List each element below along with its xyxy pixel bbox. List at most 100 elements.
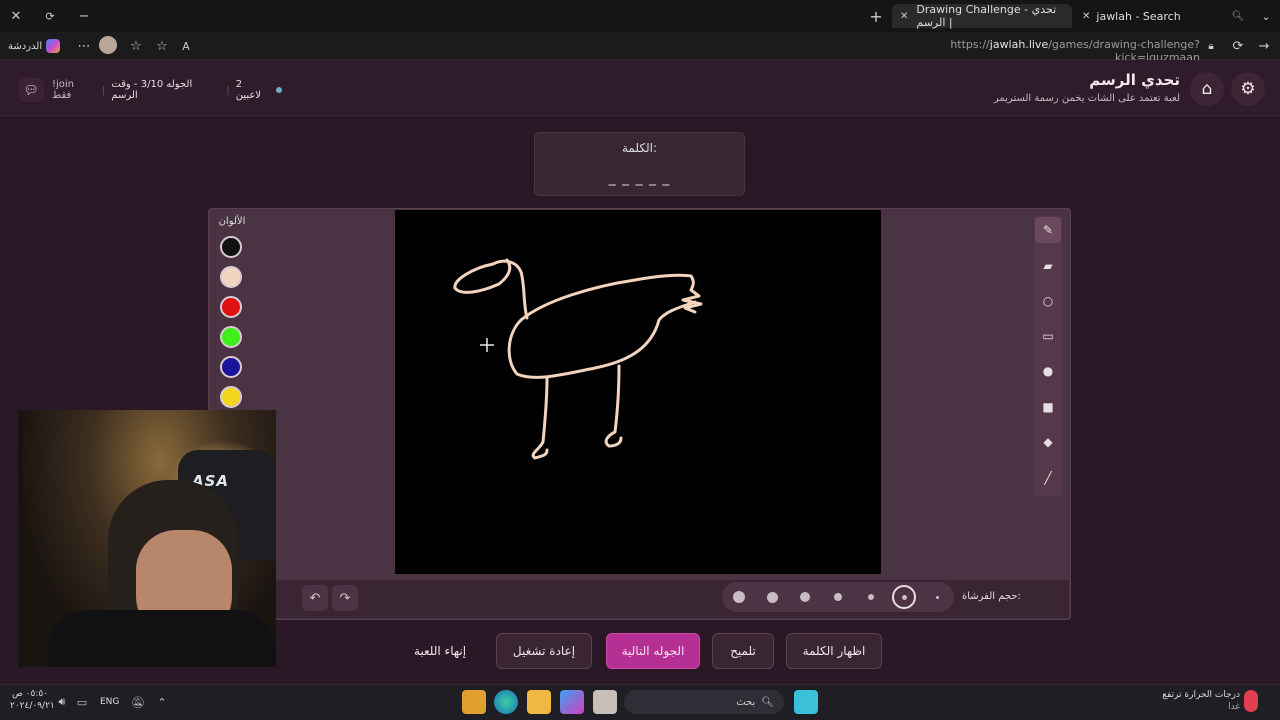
drawing-svg	[453, 258, 703, 460]
brush-size-dot	[868, 594, 874, 600]
person-shoulders	[48, 610, 276, 667]
url-domain: jawlah.live	[989, 38, 1049, 51]
notes-taskbar-icon[interactable]	[593, 690, 617, 714]
undo-button[interactable]: ↶	[302, 585, 328, 611]
color-swatch[interactable]	[220, 386, 242, 408]
reload-small-icon[interactable]: ⟳	[40, 6, 60, 26]
color-swatch[interactable]	[220, 236, 242, 258]
brush-size-option[interactable]	[727, 585, 751, 609]
file-manager-taskbar-icon[interactable]	[462, 690, 486, 714]
minimize-icon[interactable]: −	[74, 6, 94, 26]
crosshair-cursor	[480, 338, 494, 352]
notifications-off-icon[interactable]: 🔕︎	[130, 694, 146, 710]
weather-text: درجات الحرارة ترتفع	[1162, 690, 1240, 700]
clock-date: ٢٠٢٤/٠٩/٢١	[10, 701, 55, 711]
rectangle-outline-tool[interactable]: ▭	[1035, 323, 1061, 349]
tab-drawing-challenge[interactable]: ✕ Drawing Challenge - تحدي الرسم |	[892, 3, 1072, 29]
tab-close-icon[interactable]: ✕	[900, 11, 908, 22]
brush-size-dot	[834, 593, 842, 601]
read-aloud-icon[interactable]: A	[176, 36, 196, 56]
webcam-overlay: ASA	[18, 410, 276, 667]
undo-icon: ↶	[309, 590, 321, 606]
more-options-icon[interactable]: ⋯	[74, 36, 94, 56]
reveal-word-button[interactable]: اظهار الكلمة	[786, 633, 882, 669]
word-mask: _ _ _ _ _	[608, 170, 671, 186]
online-dot	[276, 87, 283, 93]
url-prefix: https://	[950, 38, 990, 51]
color-swatch[interactable]	[220, 266, 242, 288]
brush-size-option[interactable]	[793, 585, 817, 609]
chevron-down-icon[interactable]: ⌄	[1256, 6, 1276, 26]
line-tool[interactable]: ╱	[1035, 465, 1061, 491]
tab-close-icon[interactable]: ✕	[1082, 11, 1090, 22]
tab-jawlah-search-label: jawlah - Search	[1096, 9, 1181, 23]
profile-avatar[interactable]	[99, 36, 117, 54]
join-hint: !join فقط	[52, 79, 75, 101]
restart-button[interactable]: إعادة تشغيل	[496, 633, 592, 669]
weather-widget[interactable]: درجات الحرارة ترتفع غدا	[1140, 689, 1240, 713]
tab-drawing-challenge-label: Drawing Challenge - تحدي الرسم |	[916, 3, 1057, 29]
clock[interactable]: ٠٥:٥٠ ص ٢٠٢٤/٠٩/٢١	[10, 688, 55, 712]
color-swatch[interactable]	[220, 326, 242, 348]
brush-size-dot	[800, 592, 810, 602]
page-title: تحدي الرسم	[1089, 71, 1180, 89]
redo-button[interactable]: ↷	[332, 585, 358, 611]
close-window-icon[interactable]: ✕	[6, 6, 26, 26]
color-swatch[interactable]	[220, 296, 242, 318]
round-info: الجوله 3/10 - وقت الرسم	[111, 79, 193, 101]
circle-outline-tool[interactable]: ○	[1035, 288, 1061, 314]
brush-size-option[interactable]	[859, 585, 883, 609]
brush-size-option[interactable]	[925, 585, 949, 609]
colors-label: الألوان	[218, 216, 246, 227]
thermometer-icon	[1244, 690, 1258, 712]
color-swatch[interactable]	[220, 356, 242, 378]
network-icon[interactable]: ▭	[74, 694, 90, 710]
drawing-canvas[interactable]	[395, 210, 881, 574]
brush-size-option[interactable]	[760, 585, 784, 609]
add-favorite-icon[interactable]: ☆	[152, 36, 172, 56]
home-button[interactable]: ⌂	[1190, 72, 1224, 106]
brush-sizes	[722, 582, 954, 612]
chat-label: الدردشة	[8, 40, 43, 52]
favorites-icon[interactable]: ☆	[126, 36, 146, 56]
fill-bucket-tool[interactable]: ◆	[1035, 429, 1061, 455]
filled-rectangle-tool[interactable]: ■	[1035, 394, 1061, 420]
start-button[interactable]	[794, 690, 818, 714]
refresh-icon[interactable]: ⟳	[1228, 36, 1248, 56]
copilot-chat-button[interactable]: الدردشة	[8, 37, 61, 55]
brush-size-option[interactable]	[892, 585, 916, 609]
volume-icon[interactable]: 🔊︎	[54, 694, 70, 710]
eraser-tool[interactable]: ▰	[1035, 253, 1061, 279]
end-game-button[interactable]: إنهاء اللعبة	[398, 633, 482, 669]
brush-size-dot	[901, 594, 907, 600]
brush-size-option[interactable]	[826, 585, 850, 609]
new-tab-icon[interactable]: +	[866, 6, 886, 26]
gear-icon: ⚙	[1240, 79, 1256, 99]
next-round-button[interactable]: الجوله التالية	[606, 633, 700, 669]
pencil-tool[interactable]: ✎	[1035, 217, 1061, 243]
url-field[interactable]: https://jawlah.live/games/drawing-challe…	[880, 38, 1200, 64]
players-count: 2 لاعبين	[235, 79, 262, 101]
game-status-line: !join فقط | الجوله 3/10 - وقت الرسم | 2 …	[52, 79, 283, 101]
language-indicator[interactable]: ENG	[100, 697, 119, 707]
weather-sub: غدا	[1228, 702, 1240, 712]
app-taskbar-icon[interactable]	[560, 690, 584, 714]
filled-circle-tool[interactable]: ●	[1035, 358, 1061, 384]
folder-taskbar-icon[interactable]	[527, 690, 551, 714]
settings-button[interactable]: ⚙	[1231, 72, 1265, 106]
search-icon: 🔍︎	[761, 696, 774, 708]
redo-icon: ↷	[339, 590, 351, 606]
lock-icon: 🔒︎	[1208, 40, 1214, 52]
clock-time: ٠٥:٥٠ ص	[11, 689, 49, 699]
show-hidden-icons-chevron[interactable]: ⌃	[154, 694, 170, 710]
copilot-icon	[46, 39, 61, 53]
hint-button[interactable]: تلميح	[712, 633, 774, 669]
search-placeholder: بحث	[736, 696, 756, 708]
forward-icon[interactable]: →	[1254, 36, 1274, 56]
chat-bubble-icon: 💬︎	[18, 78, 44, 102]
tab-jawlah-search[interactable]: ✕ jawlah - Search	[1074, 4, 1224, 28]
search-tab-icon[interactable]: 🔍︎	[1228, 6, 1248, 26]
word-label: الكلمة:	[621, 141, 657, 155]
taskbar-search[interactable]: بحث 🔍︎	[624, 690, 784, 714]
edge-browser-taskbar-icon[interactable]	[494, 690, 518, 714]
